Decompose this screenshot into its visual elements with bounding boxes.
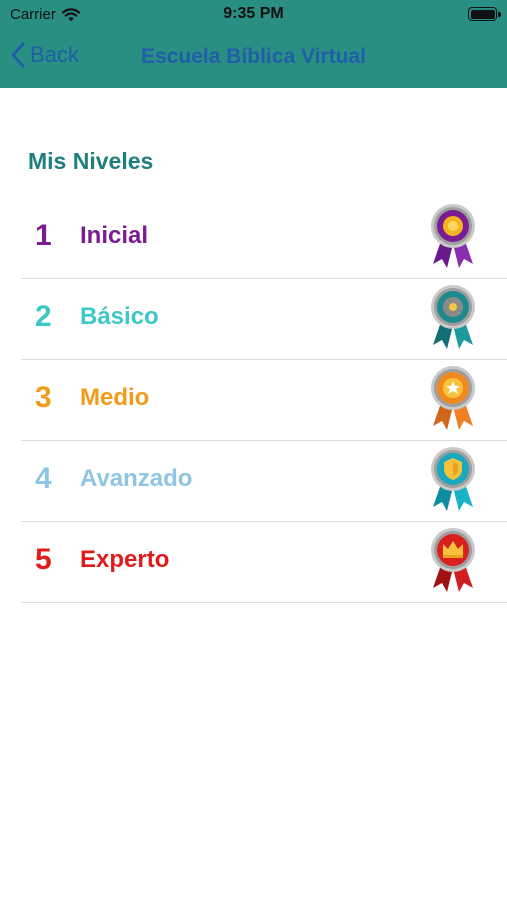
level-number: 2 <box>35 300 52 333</box>
header: Carrier 9:35 PM Back Escuela Bíblica Vir… <box>0 0 507 88</box>
section-title: Mis Niveles <box>28 148 154 174</box>
status-bar: Carrier 9:35 PM <box>0 0 507 30</box>
level-row-medio[interactable]: 3 Medio <box>21 360 507 441</box>
level-row-avanzado[interactable]: 4 Avanzado <box>21 441 507 522</box>
clock: 9:35 PM <box>223 5 284 22</box>
battery-icon <box>468 7 497 21</box>
level-number: 4 <box>35 462 52 495</box>
level-row-inicial[interactable]: 1 Inicial <box>21 198 507 279</box>
battery-nub <box>498 12 501 17</box>
level-label: Avanzado <box>80 465 193 492</box>
level-number: 3 <box>35 381 52 414</box>
red-crown-medal-icon <box>431 528 475 592</box>
level-number: 1 <box>35 219 52 252</box>
page-title: Escuela Bíblica Virtual <box>141 45 366 68</box>
teal-gear-medal-icon <box>431 285 475 349</box>
navigation-bar: Back Escuela Bíblica Virtual <box>0 36 507 80</box>
levels-list: 1 Inicial 2 Básico 3 Medio 4 Avanzado 5 … <box>21 198 507 603</box>
cyan-shield-medal-icon <box>431 447 475 511</box>
level-label: Básico <box>80 303 159 330</box>
level-row-basico[interactable]: 2 Básico <box>21 279 507 360</box>
level-row-experto[interactable]: 5 Experto <box>21 522 507 603</box>
level-label: Medio <box>80 384 150 411</box>
level-label: Experto <box>80 546 170 573</box>
level-label: Inicial <box>80 222 149 249</box>
purple-flower-medal-icon <box>431 204 475 268</box>
level-number: 5 <box>35 543 52 576</box>
orange-star-medal-icon <box>431 366 475 430</box>
